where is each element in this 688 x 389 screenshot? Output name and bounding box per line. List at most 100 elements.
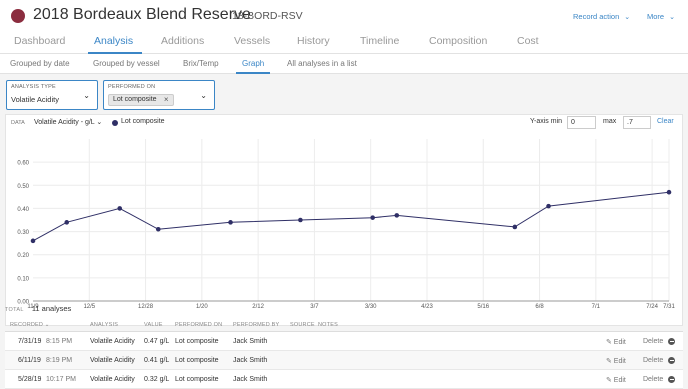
y-tick-label: 0.50	[17, 184, 29, 190]
legend-marker	[112, 120, 118, 126]
tab-additions[interactable]: Additions	[161, 35, 204, 47]
row-time: 8:15 PM	[46, 338, 73, 345]
table-row[interactable]: 5/28/19 10:17 PM Volatile Acidity 0.32 g…	[5, 370, 683, 389]
row-value: 0.47 g/L	[144, 338, 170, 345]
y-tick-label: 0.20	[17, 253, 29, 259]
row-time: 10:17 PM	[46, 376, 76, 383]
subtab-brix-temp[interactable]: Brix/Temp	[183, 59, 219, 68]
performed-on-select[interactable]: PERFORMED ON Lot composite × ⌄	[103, 80, 215, 110]
col-performed-by: PERFORMED BY	[233, 322, 280, 328]
analysis-panel: ANALYSIS TYPE Volatile Acidity ⌄ PERFORM…	[0, 74, 688, 389]
row-performed-by: Jack Smith	[233, 338, 268, 345]
performed-on-label: PERFORMED ON	[108, 84, 156, 90]
more-button[interactable]: More ⌄	[647, 12, 675, 21]
delete-button[interactable]: Delete	[643, 338, 663, 345]
data-label: DATA	[11, 120, 25, 126]
tab-dashboard[interactable]: Dashboard	[14, 35, 65, 47]
legend-label: Lot composite	[121, 118, 165, 125]
record-action-button[interactable]: Record action ⌄	[573, 12, 630, 21]
lot-code: 18-BORD-RSV	[232, 10, 303, 22]
data-point	[228, 220, 233, 225]
y-tick-label: 0.10	[17, 276, 29, 282]
table-header: RECORDED ⌄ ANALYSIS VALUE PERFORMED ON P…	[5, 318, 683, 332]
row-performed-on: Lot composite	[175, 338, 219, 345]
page-header: 2018 Bordeaux Blend Reserve 18-BORD-RSV …	[0, 0, 688, 30]
tab-history[interactable]: History	[297, 35, 330, 47]
tab-analysis[interactable]: Analysis	[94, 35, 133, 47]
row-date: 7/31/19	[18, 338, 42, 345]
row-performed-by: Jack Smith	[233, 357, 268, 364]
total-label: TOTAL	[5, 307, 24, 313]
data-point	[370, 215, 375, 220]
data-point	[666, 189, 672, 195]
row-performed-on: Lot composite	[175, 376, 219, 383]
line-chart: 0.000.100.200.300.400.500.6011/9 12/5 12/2…	[17, 139, 675, 309]
chart-controls: DATA Volatile Acidity - g/L ⌄ Lot compos…	[6, 115, 682, 131]
more-label: More	[647, 12, 665, 21]
y-tick-label: 0.40	[17, 207, 29, 213]
y-tick-label: 0.30	[17, 230, 29, 236]
tab-timeline[interactable]: Timeline	[360, 35, 399, 47]
data-point	[512, 224, 518, 230]
analysis-type-select[interactable]: ANALYSIS TYPE Volatile Acidity ⌄	[6, 80, 98, 110]
chevron-down-icon: ⌄	[624, 14, 631, 21]
close-icon[interactable]: ×	[164, 95, 169, 104]
y-axis-max-label: max	[603, 118, 617, 125]
y-axis-max-input[interactable]	[623, 116, 651, 129]
chip-label: Lot composite	[113, 96, 157, 103]
edit-button[interactable]: ✎ Edit	[606, 338, 626, 346]
subtab-graph[interactable]: Graph	[242, 59, 264, 68]
delete-button[interactable]: Delete	[643, 376, 663, 383]
page-title: 2018 Bordeaux Blend Reserve	[33, 6, 251, 23]
subtab-all-analyses[interactable]: All analyses in a list	[287, 59, 357, 68]
record-action-label: Record action	[573, 12, 620, 21]
lot-composite-chip: Lot composite ×	[108, 94, 174, 106]
edit-button[interactable]: ✎ Edit	[606, 357, 626, 365]
minus-circle-icon[interactable]	[668, 338, 675, 345]
subtab-grouped-by-vessel[interactable]: Grouped by vessel	[93, 59, 160, 68]
analyses-table: RECORDED ⌄ ANALYSIS VALUE PERFORMED ON P…	[5, 318, 683, 389]
tab-vessels[interactable]: Vessels	[234, 35, 270, 47]
analysis-type-label: ANALYSIS TYPE	[11, 84, 56, 90]
table-row[interactable]: 6/11/19 8:19 PM Volatile Acidity 0.41 g/…	[5, 351, 683, 370]
main-tabs: Dashboard Analysis Additions Vessels His…	[0, 30, 688, 54]
tab-cost[interactable]: Cost	[517, 35, 539, 47]
tab-composition[interactable]: Composition	[429, 35, 487, 47]
col-value: VALUE	[144, 322, 163, 328]
minus-circle-icon[interactable]	[668, 357, 675, 364]
chevron-down-icon: ⌄	[83, 91, 90, 100]
lot-color-dot	[11, 9, 25, 23]
row-value: 0.41 g/L	[144, 357, 170, 364]
row-date: 6/11/19	[18, 357, 41, 364]
sub-tabs: Grouped by date Grouped by vessel Brix/T…	[0, 54, 688, 74]
data-point	[546, 203, 551, 209]
table-row[interactable]: 7/31/19 8:15 PM Volatile Acidity 0.47 g/…	[5, 332, 683, 351]
edit-button[interactable]: ✎ Edit	[606, 376, 626, 384]
y-axis-min-label: Y-axis min	[530, 118, 563, 125]
row-analysis: Volatile Acidity	[90, 376, 135, 383]
delete-button[interactable]: Delete	[643, 357, 663, 364]
clear-button[interactable]: Clear	[657, 118, 674, 125]
row-performed-by: Jack Smith	[233, 376, 268, 383]
row-performed-on: Lot composite	[175, 357, 219, 364]
chevron-down-icon: ⌄	[200, 91, 207, 100]
col-notes: NOTES	[318, 322, 338, 328]
data-point	[155, 226, 161, 232]
col-source: SOURCE	[290, 322, 315, 328]
data-point	[30, 238, 36, 244]
data-point	[298, 217, 303, 223]
minus-circle-icon[interactable]	[668, 376, 675, 383]
data-point	[64, 220, 70, 225]
y-axis-min-input[interactable]	[567, 116, 596, 129]
row-value: 0.32 g/L	[144, 376, 170, 383]
row-analysis: Volatile Acidity	[90, 357, 135, 364]
table-body: 7/31/19 8:15 PM Volatile Acidity 0.47 g/…	[5, 332, 683, 389]
subtab-grouped-by-date[interactable]: Grouped by date	[10, 59, 70, 68]
y-tick-label: 0.60	[17, 161, 29, 167]
data-point	[394, 213, 400, 218]
col-recorded[interactable]: RECORDED ⌄	[10, 322, 50, 328]
series-line	[32, 191, 670, 242]
total-row: TOTAL 11 analyses	[5, 304, 683, 313]
data-series-select[interactable]: Volatile Acidity - g/L ⌄	[34, 118, 102, 126]
row-time: 8:19 PM	[46, 357, 73, 364]
